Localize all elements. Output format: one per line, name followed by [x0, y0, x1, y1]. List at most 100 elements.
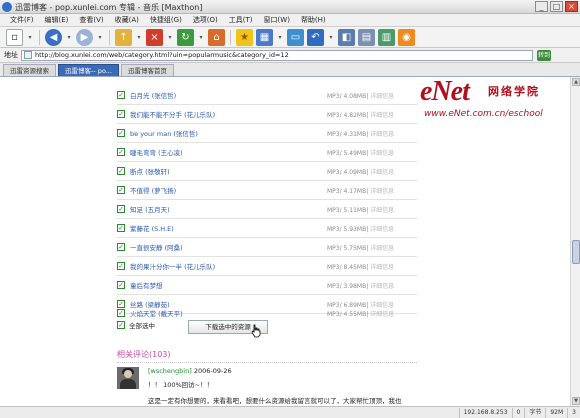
page-layout-icon[interactable]: ▤	[358, 28, 375, 46]
song-checkbox[interactable]: ✓	[117, 91, 125, 99]
title-bar: 迅雷博客 - pop.xunlei.com 专辑 - 音乐 [Maxthon] …	[0, 0, 580, 14]
forward-icon[interactable]: ▶	[76, 28, 93, 46]
tab-bar: 迅雷资源搜索 迅雷博客-- po... 迅雷博客首页	[0, 63, 580, 77]
screen-icon[interactable]: ▭	[287, 28, 304, 46]
song-format-size: MP3/ 3.98MB|	[327, 282, 369, 290]
menu-favorites[interactable]: 收藏(A)	[115, 15, 139, 25]
menu-window[interactable]: 窗口(W)	[264, 15, 290, 25]
rss-icon[interactable]: ◉	[398, 28, 415, 46]
song-meta: MP3/ 8.45MB| 详细信息	[327, 262, 417, 271]
song-link[interactable]: 不值得 (萝飞扬)	[130, 185, 327, 195]
song-format-size: MP3/ 8.45MB|	[327, 263, 369, 271]
minimize-button[interactable]: _	[535, 1, 548, 12]
menu-tools[interactable]: 工具(T)	[229, 15, 253, 25]
song-link[interactable]: 断点 (张敬轩)	[130, 166, 327, 176]
song-checkbox[interactable]: ✓	[117, 205, 125, 213]
menu-edit[interactable]: 编辑(E)	[45, 15, 69, 25]
tab-xunlei-blog-active[interactable]: 迅雷博客-- po...	[58, 64, 119, 76]
forward-menu-arrow-icon[interactable]: ▾	[96, 29, 104, 46]
song-details-link[interactable]: 详细信息	[370, 93, 394, 100]
enet-watermark: eNet 网络学院 www.eNet.com.cn/eschool	[420, 77, 568, 123]
song-link[interactable]: 一直很安静 (阿桑)	[130, 242, 327, 252]
song-link[interactable]: 火焰天堂 (戴天平)	[130, 308, 327, 318]
song-details-link[interactable]: 详细信息	[370, 150, 394, 157]
favorites-star-icon[interactable]: ★	[236, 28, 253, 46]
up-menu-arrow-icon[interactable]: ▾	[135, 29, 143, 46]
select-all[interactable]: ✓ 全部选中	[117, 320, 155, 330]
menu-view[interactable]: 查看(V)	[79, 15, 103, 25]
stop-menu-arrow-icon[interactable]: ▾	[166, 29, 174, 46]
song-details-link[interactable]: 详细信息	[370, 264, 394, 271]
menu-options[interactable]: 选项(O)	[193, 15, 218, 25]
up-folder-icon[interactable]: ↑	[115, 28, 132, 46]
song-link[interactable]: 紫藤花 (S.H.E)	[130, 223, 327, 233]
groups-menu-arrow-icon[interactable]: ▾	[276, 29, 284, 46]
song-details-link[interactable]: 详细信息	[370, 169, 394, 176]
song-checkbox[interactable]: ✓	[117, 243, 125, 251]
song-link[interactable]: 白月光 (张信哲)	[130, 90, 327, 100]
song-link[interactable]: 童后有梦想	[130, 280, 327, 290]
undo-icon[interactable]: ↶	[307, 28, 324, 46]
menu-file[interactable]: 文件(F)	[10, 15, 34, 25]
song-checkbox[interactable]: ✓	[117, 309, 125, 317]
comment-author-line: [wschengbin] 2006-09-26	[148, 367, 232, 375]
song-details-link[interactable]: 详细信息	[370, 226, 394, 233]
song-link[interactable]: be your man (张信哲)	[130, 128, 327, 138]
split-view-icon[interactable]: ◧	[338, 28, 355, 46]
enet-url: www.eNet.com.cn/eschool	[424, 109, 543, 119]
close-button[interactable]: ×	[565, 1, 578, 12]
list-item: ✓ 知足 (五月天) MP3/ 5.11MB| 详细信息	[117, 200, 417, 218]
song-link[interactable]: 知足 (五月天)	[130, 204, 327, 214]
list-item: ✓ be your man (张信哲) MP3/ 4.31MB| 详细信息	[117, 124, 417, 142]
new-page-icon[interactable]: ▫	[6, 28, 23, 46]
status-ip: 192.168.8.253	[458, 407, 512, 418]
back-icon[interactable]: ◀	[45, 28, 62, 46]
song-format-size: MP3/ 4.09MB|	[327, 168, 369, 176]
song-checkbox[interactable]: ✓	[117, 167, 125, 175]
tab-xunlei-search[interactable]: 迅雷资源搜索	[3, 64, 56, 76]
back-menu-arrow-icon[interactable]: ▾	[65, 29, 73, 46]
song-checkbox[interactable]: ✓	[117, 110, 125, 118]
home-icon[interactable]: ⌂	[208, 28, 225, 46]
new-menu-arrow-icon[interactable]: ▾	[26, 29, 34, 46]
select-all-checkbox[interactable]: ✓	[117, 321, 125, 329]
song-checkbox[interactable]: ✓	[117, 224, 125, 232]
tab-xunlei-blog-home[interactable]: 迅雷博客首页	[120, 64, 174, 76]
song-checkbox[interactable]: ✓	[117, 262, 125, 270]
page-icon	[24, 51, 32, 59]
comment-date: 2006-09-26	[193, 367, 232, 375]
song-details-link[interactable]: 详细信息	[370, 131, 394, 138]
tile-icon[interactable]: ▥	[378, 28, 395, 46]
song-details-link[interactable]: 详细信息	[370, 112, 394, 119]
refresh-icon[interactable]: ↻	[177, 28, 194, 46]
song-link[interactable]: 我的果汁分你一半 (花儿乐队)	[130, 261, 327, 271]
maximize-button[interactable]: □	[550, 1, 563, 12]
stop-icon[interactable]: ×	[146, 28, 163, 46]
song-checkbox[interactable]: ✓	[117, 281, 125, 289]
vertical-scrollbar[interactable]: ▲ ▼	[570, 77, 580, 406]
song-checkbox[interactable]: ✓	[117, 148, 125, 156]
scroll-down-icon[interactable]: ▼	[572, 397, 580, 405]
comment-author[interactable]: [wschengbin]	[148, 367, 192, 375]
song-link[interactable]: 睫毛弯弯 (王心凌)	[130, 147, 327, 157]
song-details-link[interactable]: 详细信息	[370, 283, 394, 290]
menu-groups[interactable]: 快捷组(G)	[150, 15, 182, 25]
scroll-thumb[interactable]	[572, 240, 580, 264]
song-meta: MP3/ 5.93MB| 详细信息	[327, 224, 417, 233]
avatar[interactable]	[117, 367, 139, 389]
song-checkbox[interactable]: ✓	[117, 129, 125, 137]
address-input[interactable]: http://blog.xunlei.com/web/category.html…	[21, 49, 533, 61]
list-item: ✓ 白月光 (张信哲) MP3/ 4.08MB| 详细信息	[117, 86, 417, 104]
go-button[interactable]: 转到	[537, 49, 551, 61]
groups-icon[interactable]: ▦	[256, 28, 273, 46]
song-link[interactable]: 我们能不能不分手 (花儿乐队)	[130, 109, 327, 119]
refresh-menu-arrow-icon[interactable]: ▾	[197, 29, 205, 46]
song-checkbox[interactable]: ✓	[117, 186, 125, 194]
song-details-link[interactable]: 详细信息	[370, 207, 394, 214]
song-details-link[interactable]: 详细信息	[370, 245, 394, 252]
undo-menu-arrow-icon[interactable]: ▾	[327, 29, 335, 46]
song-details-link[interactable]: 详细信息	[370, 188, 394, 195]
scroll-up-icon[interactable]: ▲	[572, 78, 580, 86]
song-details-link[interactable]: 详细信息	[370, 311, 394, 318]
menu-help[interactable]: 帮助(H)	[301, 15, 326, 25]
